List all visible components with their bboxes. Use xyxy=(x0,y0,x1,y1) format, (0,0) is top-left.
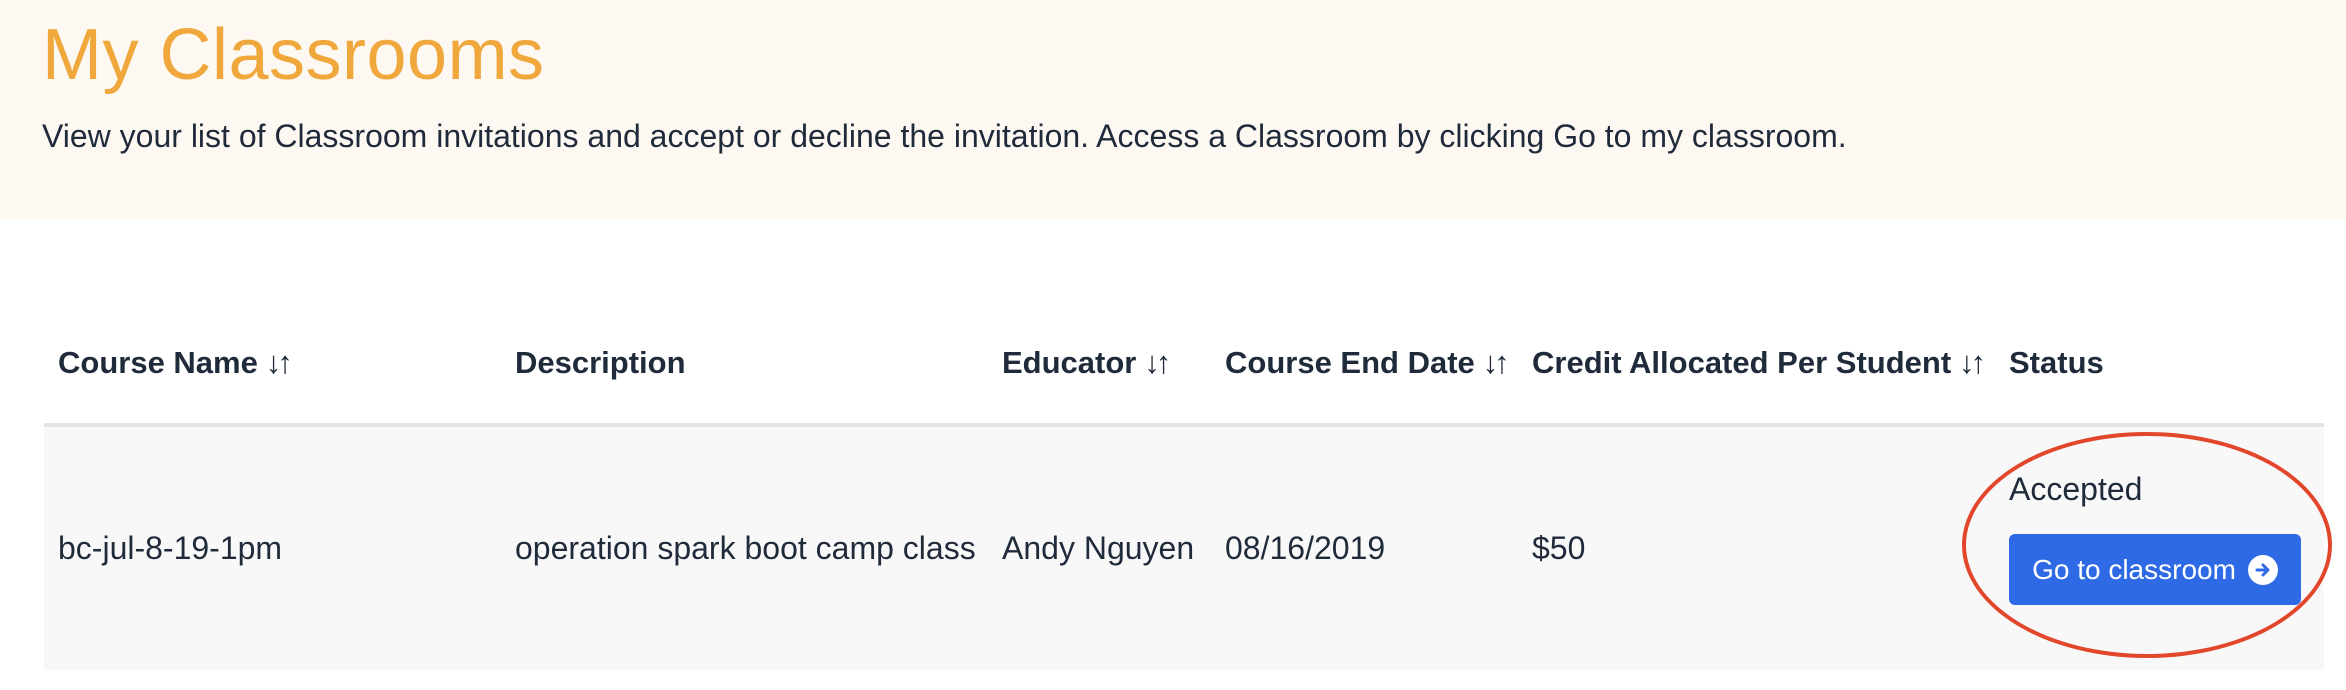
page-title: My Classrooms xyxy=(42,15,545,95)
go-to-classroom-button[interactable]: Go to classroom xyxy=(2009,534,2301,605)
sort-icon[interactable]: ↓↑ xyxy=(1483,325,1510,401)
column-header-course-name[interactable]: Course Name ↓↑ xyxy=(58,325,293,401)
column-header-label: Course End Date xyxy=(1225,345,1475,380)
column-header-status: Status xyxy=(2009,325,2104,401)
column-header-label: Credit Allocated Per Student xyxy=(1532,345,1952,380)
sort-icon[interactable]: ↓↑ xyxy=(266,325,293,401)
column-header-course-end-date[interactable]: Course End Date ↓↑ xyxy=(1225,325,1510,401)
column-header-educator[interactable]: Educator ↓↑ xyxy=(1002,325,1171,401)
sort-icon[interactable]: ↓↑ xyxy=(1959,325,1986,401)
column-header-description: Description xyxy=(515,325,686,401)
sort-icon[interactable]: ↓↑ xyxy=(1144,325,1171,401)
column-header-label: Educator xyxy=(1002,345,1137,380)
column-header-label: Course Name xyxy=(58,345,258,380)
table-row: bc-jul-8-19-1pm operation spark boot cam… xyxy=(44,427,2324,670)
cell-credit: $50 xyxy=(1532,530,1586,566)
status-text: Accepted xyxy=(2009,471,2143,507)
cell-status: Accepted Go to classroom xyxy=(2009,427,2324,670)
cell-educator: Andy Nguyen xyxy=(1002,530,1195,566)
cell-end-date: 08/16/2019 xyxy=(1225,530,1386,566)
cell-description: operation spark boot camp class xyxy=(515,530,976,566)
cell-course-name: bc-jul-8-19-1pm xyxy=(58,530,283,566)
page-description: View your list of Classroom invitations … xyxy=(42,118,1847,154)
column-header-credit[interactable]: Credit Allocated Per Student ↓↑ xyxy=(1532,325,1986,401)
go-to-classroom-label: Go to classroom xyxy=(2032,553,2236,585)
page-header: My Classrooms View your list of Classroo… xyxy=(0,0,2346,219)
arrow-right-circle-icon xyxy=(2247,554,2278,585)
column-header-label: Status xyxy=(2009,345,2104,380)
column-header-label: Description xyxy=(515,345,686,380)
